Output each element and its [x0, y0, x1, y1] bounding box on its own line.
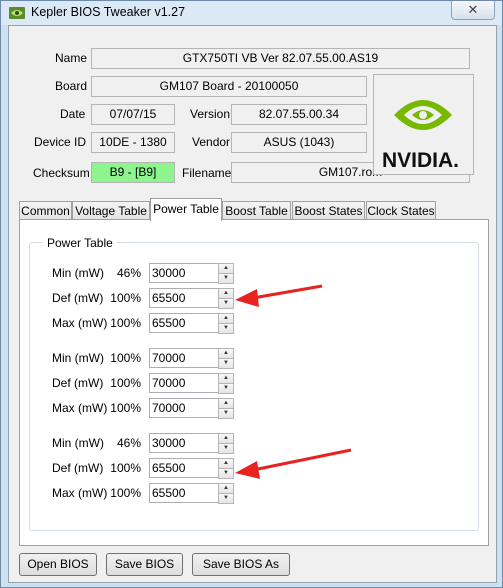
app-window: Kepler BIOS Tweaker v1.27 ✕ Name GTX750T… — [0, 0, 503, 588]
tab-power-table[interactable]: Power Table — [150, 198, 222, 221]
tab-power-table-label: Power Table — [153, 202, 219, 216]
red-annotation-arrow — [235, 284, 323, 307]
red-annotation-arrow — [235, 448, 352, 479]
annotation-arrows — [235, 284, 352, 479]
